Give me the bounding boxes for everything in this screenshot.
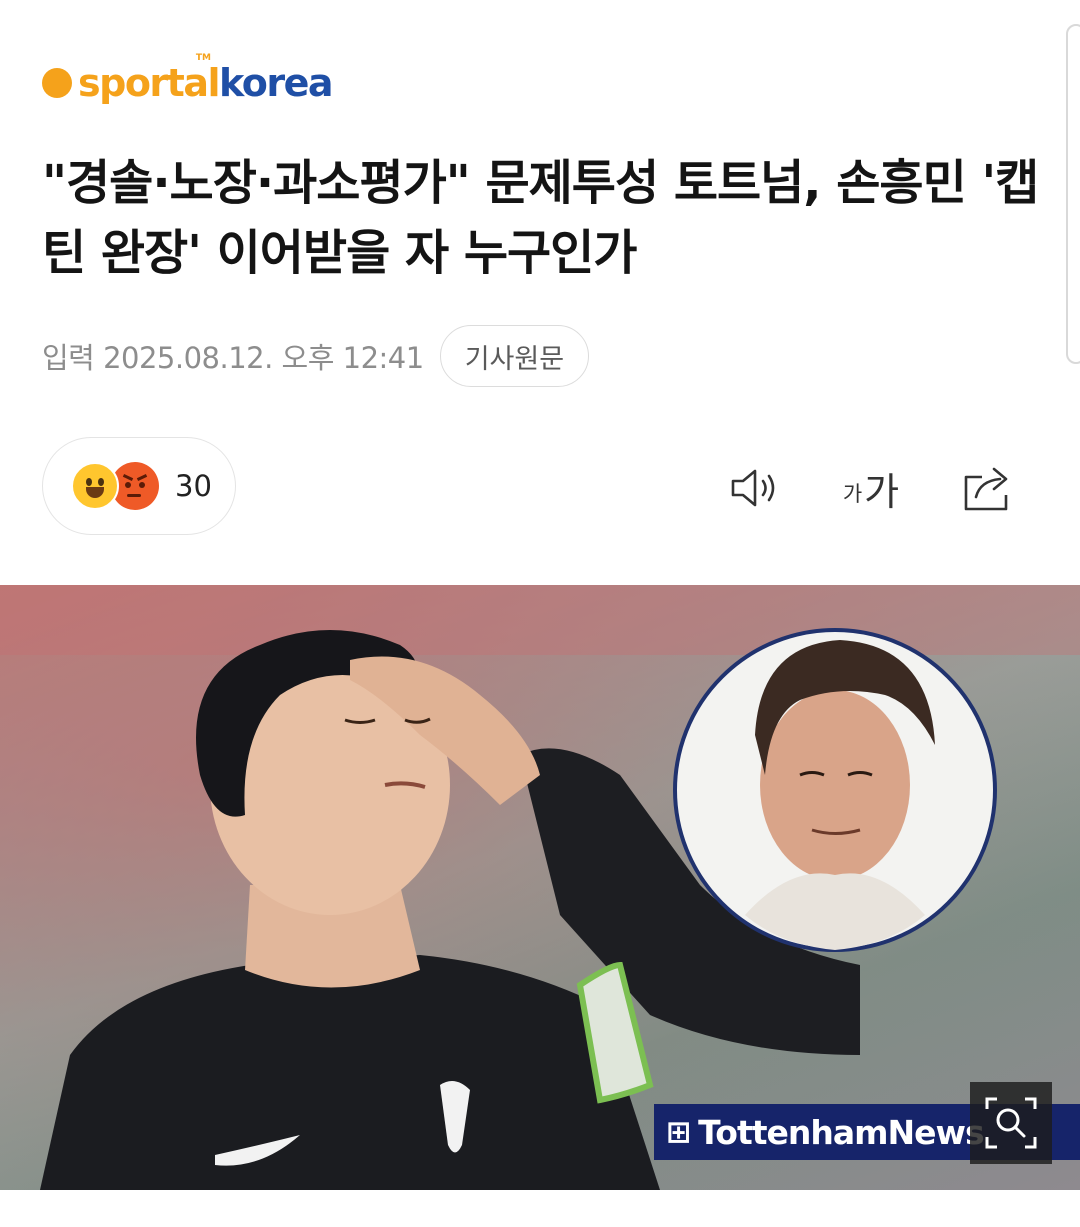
sportalkorea-logo[interactable]: sportal TM korea <box>42 53 334 108</box>
original-article-button[interactable]: 기사원문 <box>439 325 590 387</box>
logo-sportal-text: sportal TM <box>78 53 221 105</box>
zoom-icon <box>985 1097 1037 1149</box>
text-to-speech-button[interactable] <box>726 458 786 518</box>
font-size-button[interactable]: 가 가 <box>836 458 906 518</box>
share-button[interactable] <box>958 458 1018 518</box>
happy-emoji-icon <box>71 462 119 510</box>
article-photo[interactable] <box>0 585 1080 1190</box>
font-size-large-glyph: 가 <box>864 469 900 514</box>
article-headline: "경솔·노장·과소평가" 문제투성 토트넘, 손흥민 '캡틴 완장' 이어받을 … <box>42 155 1039 281</box>
tottenham-news-icon: ⊞ <box>666 1114 691 1150</box>
scroll-edge <box>1066 24 1080 364</box>
logo-trademark: TM <box>195 53 211 63</box>
article-meta: 입력 2025.08.12. 오후 12:41 기사원문 <box>42 324 590 388</box>
reaction-button[interactable]: 30 <box>42 437 236 535</box>
font-size-small-glyph: 가 <box>842 482 863 506</box>
share-icon <box>964 467 1008 511</box>
logo-korea-text: korea <box>219 61 334 105</box>
speaker-icon <box>731 469 775 507</box>
reaction-count: 30 <box>175 469 212 503</box>
watermark-text: TottenhamNews <box>698 1112 984 1152</box>
published-date: 입력 2025.08.12. 오후 12:41 <box>42 341 424 375</box>
zoom-button[interactable] <box>970 1082 1052 1164</box>
logo-dot <box>42 68 72 98</box>
article-photo-illustration <box>0 585 1080 1190</box>
